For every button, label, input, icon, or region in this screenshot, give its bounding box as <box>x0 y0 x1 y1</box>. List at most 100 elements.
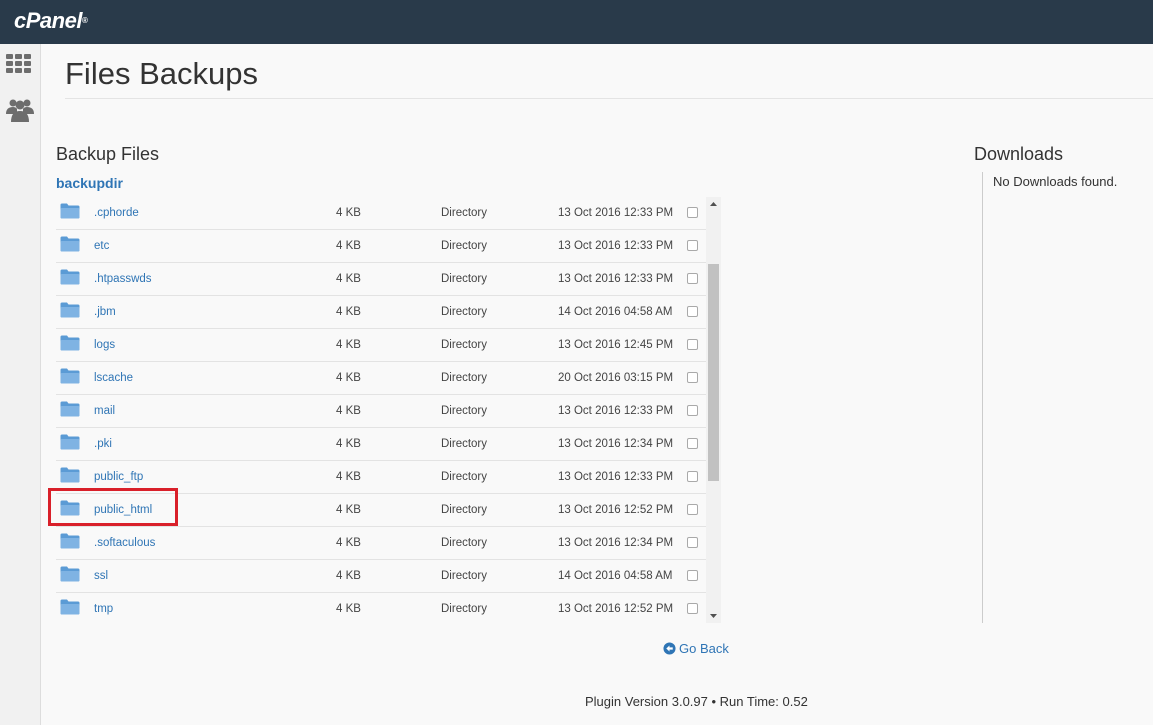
backup-file-list: .cphorde 4 KB Directory 13 Oct 2016 12:33 P… <box>56 197 706 623</box>
file-row: mail 4 KB Directory 13 Oct 2016 12:33 PM <box>56 395 706 428</box>
file-name-link[interactable]: ssl <box>94 570 108 582</box>
file-row: ssl 4 KB Directory 14 Oct 2016 04:58 AM <box>56 560 706 593</box>
folder-icon <box>60 302 80 318</box>
sidebar <box>0 44 41 725</box>
file-date: 13 Oct 2016 12:34 PM <box>558 537 674 549</box>
file-row: lscache 4 KB Directory 20 Oct 2016 03:15 PM <box>56 362 706 395</box>
folder-icon <box>60 203 80 219</box>
file-select-checkbox[interactable] <box>687 537 698 548</box>
go-back-link[interactable]: Go Back <box>663 641 729 656</box>
file-size: 4 KB <box>336 405 361 417</box>
folder-icon <box>60 335 80 351</box>
file-name-link[interactable]: .softaculous <box>94 537 155 549</box>
cpanel-logo[interactable]: cPanel® <box>14 7 88 35</box>
backup-directory-link[interactable]: backupdir <box>56 175 123 191</box>
file-row: .htpasswds 4 KB Directory 13 Oct 2016 12:33… <box>56 263 706 296</box>
file-date: 13 Oct 2016 12:52 PM <box>558 504 674 516</box>
file-name-link[interactable]: .htpasswds <box>94 273 152 285</box>
scroll-thumb[interactable] <box>708 264 719 481</box>
file-name-link[interactable]: etc <box>94 240 109 252</box>
file-row: logs 4 KB Directory 13 Oct 2016 12:45 PM <box>56 329 706 362</box>
file-size: 4 KB <box>336 207 361 219</box>
file-size: 4 KB <box>336 438 361 450</box>
file-date: 13 Oct 2016 12:33 PM <box>558 471 674 483</box>
main-content: Files Backups Backup Files backupdir .cp… <box>42 44 1153 725</box>
file-select-checkbox[interactable] <box>687 438 698 449</box>
downloads-divider <box>982 172 983 623</box>
file-type: Directory <box>441 570 488 582</box>
file-name-link[interactable]: tmp <box>94 603 113 615</box>
file-type: Directory <box>441 504 488 516</box>
file-name-link[interactable]: public_ftp <box>94 471 143 483</box>
arrow-left-circle-icon <box>663 642 676 655</box>
folder-icon <box>60 269 80 285</box>
file-size: 4 KB <box>336 306 361 318</box>
file-type: Directory <box>441 273 488 285</box>
file-date: 13 Oct 2016 12:33 PM <box>558 207 674 219</box>
file-date: 14 Oct 2016 04:58 AM <box>558 306 673 318</box>
users-icon[interactable] <box>5 94 35 124</box>
file-date: 13 Oct 2016 12:33 PM <box>558 273 674 285</box>
file-date: 14 Oct 2016 04:58 AM <box>558 570 673 582</box>
backup-files-title: Backup Files <box>56 144 160 164</box>
file-size: 4 KB <box>336 339 361 351</box>
folder-icon <box>60 467 80 483</box>
file-name-link[interactable]: .jbm <box>94 306 116 318</box>
file-name-link[interactable]: logs <box>94 339 115 351</box>
file-select-checkbox[interactable] <box>687 471 698 482</box>
folder-icon <box>60 566 80 582</box>
file-row: .cphorde 4 KB Directory 13 Oct 2016 12:33 P… <box>56 197 706 230</box>
file-type: Directory <box>441 471 488 483</box>
file-size: 4 KB <box>336 603 361 615</box>
folder-icon <box>60 236 80 252</box>
file-select-checkbox[interactable] <box>687 339 698 350</box>
scroll-up-arrow-icon[interactable] <box>706 197 721 211</box>
folder-icon <box>60 368 80 384</box>
scroll-down-arrow-icon[interactable] <box>706 609 721 623</box>
file-select-checkbox[interactable] <box>687 603 698 614</box>
go-back-label: Go Back <box>679 641 729 656</box>
file-type: Directory <box>441 603 488 615</box>
file-row: etc 4 KB Directory 13 Oct 2016 12:33 PM <box>56 230 706 263</box>
file-type: Directory <box>441 339 488 351</box>
file-select-checkbox[interactable] <box>687 405 698 416</box>
file-size: 4 KB <box>336 240 361 252</box>
file-date: 20 Oct 2016 03:15 PM <box>558 372 674 384</box>
file-date: 13 Oct 2016 12:52 PM <box>558 603 674 615</box>
file-name-link[interactable]: lscache <box>94 372 133 384</box>
file-size: 4 KB <box>336 504 361 516</box>
file-size: 4 KB <box>336 372 361 384</box>
folder-icon <box>60 533 80 549</box>
page-title: Files Backups <box>65 56 258 91</box>
file-name-link[interactable]: .pki <box>94 438 112 450</box>
public-html-highlight <box>48 488 178 526</box>
file-list-scrollbar[interactable] <box>706 197 721 623</box>
title-divider <box>65 98 1153 99</box>
file-size: 4 KB <box>336 570 361 582</box>
file-type: Directory <box>441 306 488 318</box>
file-date: 13 Oct 2016 12:33 PM <box>558 405 674 417</box>
file-select-checkbox[interactable] <box>687 570 698 581</box>
folder-icon <box>60 434 80 450</box>
file-type: Directory <box>441 240 488 252</box>
file-size: 4 KB <box>336 471 361 483</box>
grid-icon[interactable] <box>6 54 32 74</box>
file-type: Directory <box>441 372 488 384</box>
folder-icon <box>60 599 80 615</box>
file-select-checkbox[interactable] <box>687 372 698 383</box>
file-name-link[interactable]: .cphorde <box>94 207 139 219</box>
file-row: .pki 4 KB Directory 13 Oct 2016 12:34 PM <box>56 428 706 461</box>
file-select-checkbox[interactable] <box>687 240 698 251</box>
plugin-footer: Plugin Version 3.0.97 • Run Time: 0.52 <box>585 694 808 709</box>
folder-icon <box>60 401 80 417</box>
file-name-link[interactable]: mail <box>94 405 115 417</box>
file-select-checkbox[interactable] <box>687 273 698 284</box>
file-select-checkbox[interactable] <box>687 207 698 218</box>
file-select-checkbox[interactable] <box>687 306 698 317</box>
file-select-checkbox[interactable] <box>687 504 698 515</box>
downloads-title: Downloads <box>974 144 1064 164</box>
downloads-empty-message: No Downloads found. <box>993 174 1118 189</box>
file-type: Directory <box>441 438 488 450</box>
file-type: Directory <box>441 537 488 549</box>
file-type: Directory <box>441 207 488 219</box>
